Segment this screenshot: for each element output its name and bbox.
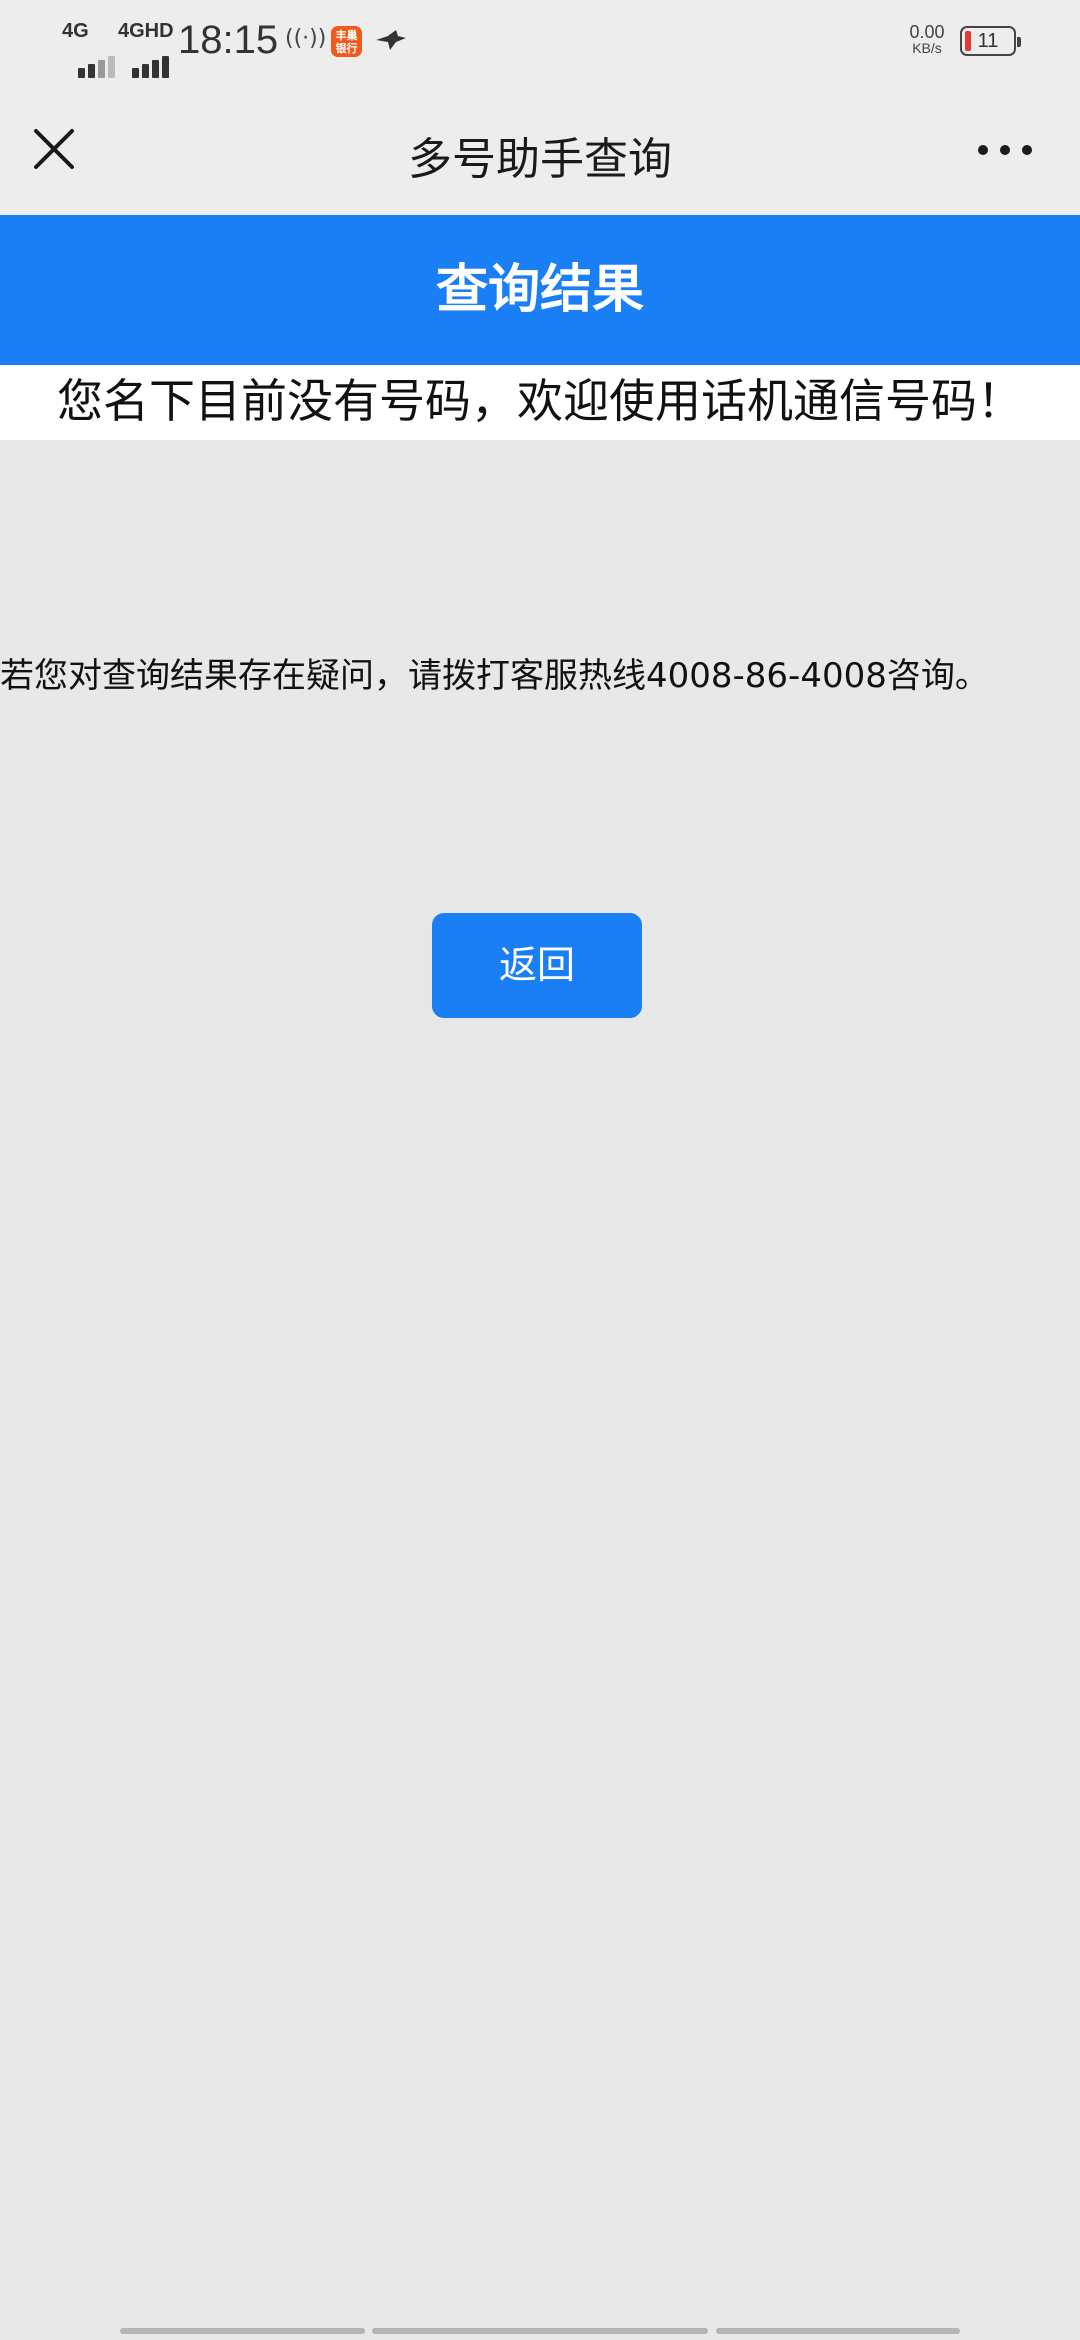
status-bar: 4G 4GHD 18:15 ((·)) 丰巢 银行 0.00 KB/s 11 bbox=[0, 0, 1080, 85]
network-type-label: 4GHD bbox=[118, 20, 174, 42]
network-speed: 0.00 KB/s bbox=[905, 22, 949, 56]
page-title: 多号助手查询 bbox=[408, 134, 672, 185]
battery-level: 11 bbox=[977, 30, 999, 52]
battery-cap bbox=[1017, 37, 1021, 47]
battery-icon: 11 bbox=[960, 26, 1021, 56]
bank-app-icon-label: 丰巢 银行 bbox=[335, 29, 358, 55]
bird-app-icon bbox=[374, 28, 408, 58]
result-header: 查询结果 bbox=[0, 215, 1080, 365]
network-type-label: 4G bbox=[62, 20, 89, 42]
result-message: 您名下目前没有号码，欢迎使用话机通信号码！ bbox=[0, 365, 1080, 440]
more-options-icon[interactable] bbox=[975, 140, 1035, 160]
bank-app-icon: 丰巢 银行 bbox=[331, 26, 362, 57]
signal-bars-icon bbox=[62, 44, 122, 78]
hotspot-icon: ((·)) bbox=[285, 26, 327, 51]
network-speed-value: 0.00 bbox=[909, 22, 945, 42]
signal-bars-icon bbox=[118, 44, 178, 78]
hotline-note: 若您对查询结果存在疑问，请拨打客服热线4008-86-4008咨询。 bbox=[0, 656, 989, 696]
back-button[interactable]: 返回 bbox=[432, 913, 642, 1018]
gesture-bar bbox=[0, 2328, 1080, 2334]
clock: 18:15 bbox=[178, 18, 279, 62]
network-speed-unit: KB/s bbox=[912, 40, 942, 56]
nav-bar: 多号助手查询 bbox=[0, 85, 1080, 215]
